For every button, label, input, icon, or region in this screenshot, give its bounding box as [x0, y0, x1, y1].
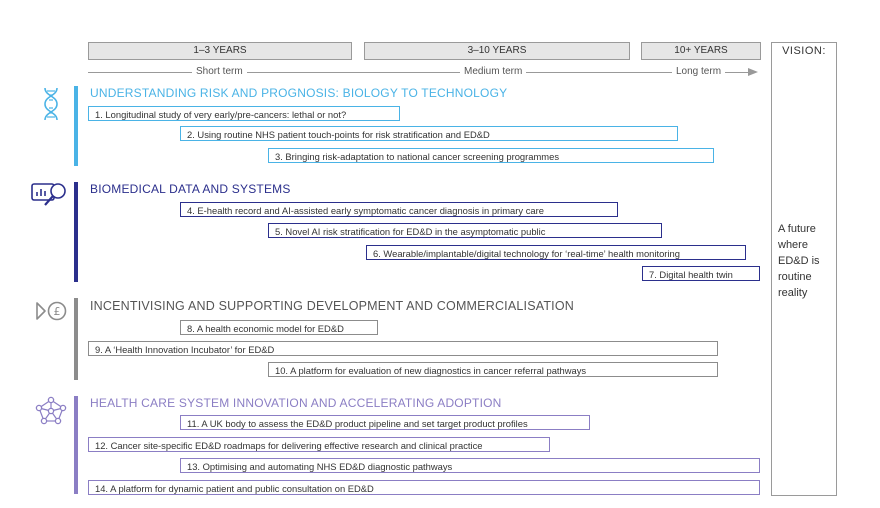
section-bar-data	[74, 182, 78, 282]
section-title-risk: UNDERSTANDING RISK AND PROGNOSIS: BIOLOG…	[90, 86, 508, 100]
timeline-arrow-head-icon	[748, 68, 758, 76]
data-magnifier-icon	[31, 183, 66, 206]
item-1: 1. Longitudinal study of very early/pre-…	[88, 106, 400, 121]
section-title-commercial: INCENTIVISING AND SUPPORTING DEVELOPMENT…	[90, 299, 575, 313]
item-12: 12. Cancer site-specific ED&D roadmaps f…	[88, 437, 550, 452]
item-6: 6. Wearable/implantable/digital technolo…	[366, 245, 746, 260]
timeline-arrow-line	[88, 72, 748, 73]
item-14: 14. A platform for dynamic patient and p…	[88, 480, 760, 495]
item-2: 2. Using routine NHS patient touch-point…	[180, 126, 678, 141]
section-bar-adoption	[74, 396, 78, 494]
item-11: 11. A UK body to assess the ED&D product…	[180, 415, 590, 430]
vision-text: A future where ED&D is routine reality	[778, 223, 820, 299]
timeframe-box-short: 1–3 YEARS	[88, 42, 352, 60]
section-title-data: BIOMEDICAL DATA AND SYSTEMS	[90, 182, 291, 196]
section-title-adoption: HEALTH CARE SYSTEM INNOVATION AND ACCELE…	[90, 396, 502, 410]
item-13: 13. Optimising and automating NHS ED&D d…	[180, 458, 760, 473]
item-4: 4. E-health record and AI-assisted early…	[180, 202, 618, 217]
timeframe-box-long: 10+ YEARS	[641, 42, 761, 60]
dna-icon	[44, 87, 58, 121]
timeframe-label-long: Long term	[672, 66, 726, 78]
item-3: 3. Bringing risk-adaptation to national …	[268, 148, 714, 163]
item-7: 7. Digital health twin	[642, 266, 760, 281]
item-10: 10. A platform for evaluation of new dia…	[268, 362, 718, 377]
section-bar-risk	[74, 86, 78, 166]
item-9: 9. A ‘Health Innovation Incubator’ for E…	[88, 341, 718, 356]
vision-panel: VISION: A future where ED&D is routine r…	[771, 42, 837, 496]
timeframe-box-medium: 3–10 YEARS	[364, 42, 630, 60]
vision-title: VISION:	[782, 45, 826, 57]
pound-arrow-icon: £	[36, 301, 67, 321]
timeframe-label-medium: Medium term	[460, 66, 527, 78]
item-5: 5. Novel AI risk stratification for ED&D…	[268, 223, 662, 238]
section-bar-commercial	[74, 298, 78, 380]
item-8: 8. A health economic model for ED&D	[180, 320, 378, 335]
svg-text:£: £	[54, 305, 61, 318]
network-icon	[35, 396, 67, 425]
timeframe-label-short: Short term	[192, 66, 247, 78]
